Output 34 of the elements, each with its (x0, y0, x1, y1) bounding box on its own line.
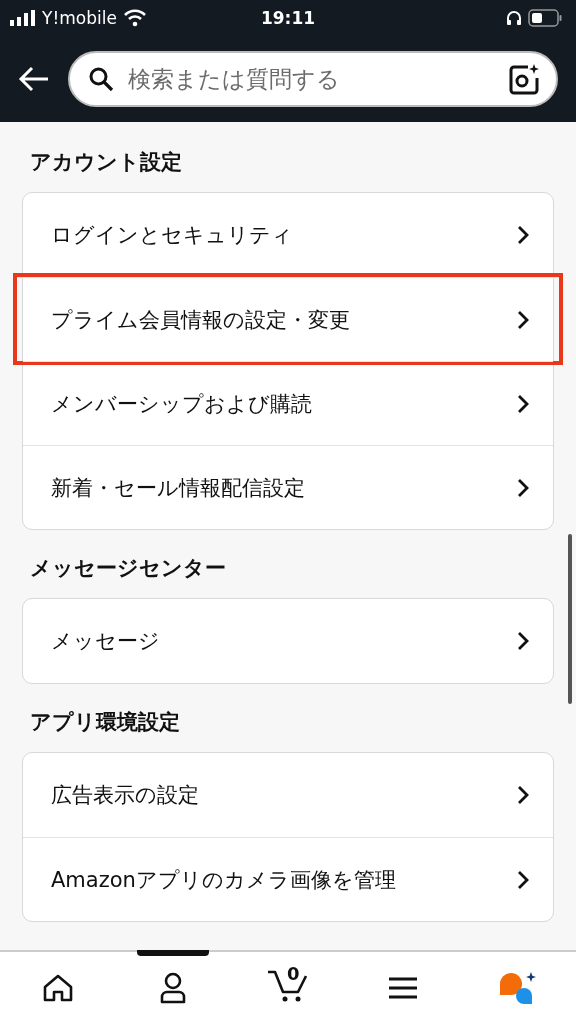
settings-row[interactable]: プライム会員情報の設定・変更 (17, 277, 559, 361)
home-icon (42, 974, 73, 1002)
settings-row[interactable]: メッセージ (23, 599, 553, 683)
carrier-name: Y!mobile (42, 8, 117, 28)
person-icon (158, 972, 187, 1004)
headphones-icon (506, 10, 522, 26)
search-icon (88, 66, 114, 92)
chevron-icon (517, 225, 529, 245)
status-time: 19:11 (260, 8, 316, 28)
settings-row[interactable]: ログインとセキュリティ (23, 193, 553, 277)
nav-tab[interactable]: 0 (237, 952, 338, 1024)
chevron-icon (517, 631, 529, 651)
wifi-icon (122, 9, 147, 27)
search-input[interactable]: 検索または質問する (126, 65, 496, 93)
chevron-icon (517, 869, 529, 890)
camera-icon[interactable] (508, 63, 540, 95)
section-title: メッセージセンター (30, 555, 227, 582)
section-title: アプリ環境設定 (30, 709, 181, 736)
back-arrow-icon[interactable] (18, 66, 50, 92)
section-title: アカウント設定 (30, 149, 183, 176)
signal-icon (10, 10, 36, 26)
menu-icon (388, 976, 419, 1000)
chevron-icon (517, 477, 529, 498)
settings-row[interactable]: メンバーシップおよび購読 (23, 361, 553, 445)
settings-row[interactable]: 広告表示の設定 (23, 753, 553, 837)
settings-row[interactable]: 新着・セール情報配信設定 (23, 445, 553, 529)
cart-count: 0 (286, 963, 300, 984)
search-bar[interactable]: 検索または質問する (68, 51, 558, 107)
battery-icon (528, 9, 562, 27)
cart-icon (266, 969, 309, 1003)
chevron-icon (517, 309, 529, 330)
chevron-icon (517, 785, 529, 805)
settings-row[interactable]: Amazonアプリのカメラ画像を管理 (23, 837, 553, 921)
chevron-icon (517, 393, 529, 414)
